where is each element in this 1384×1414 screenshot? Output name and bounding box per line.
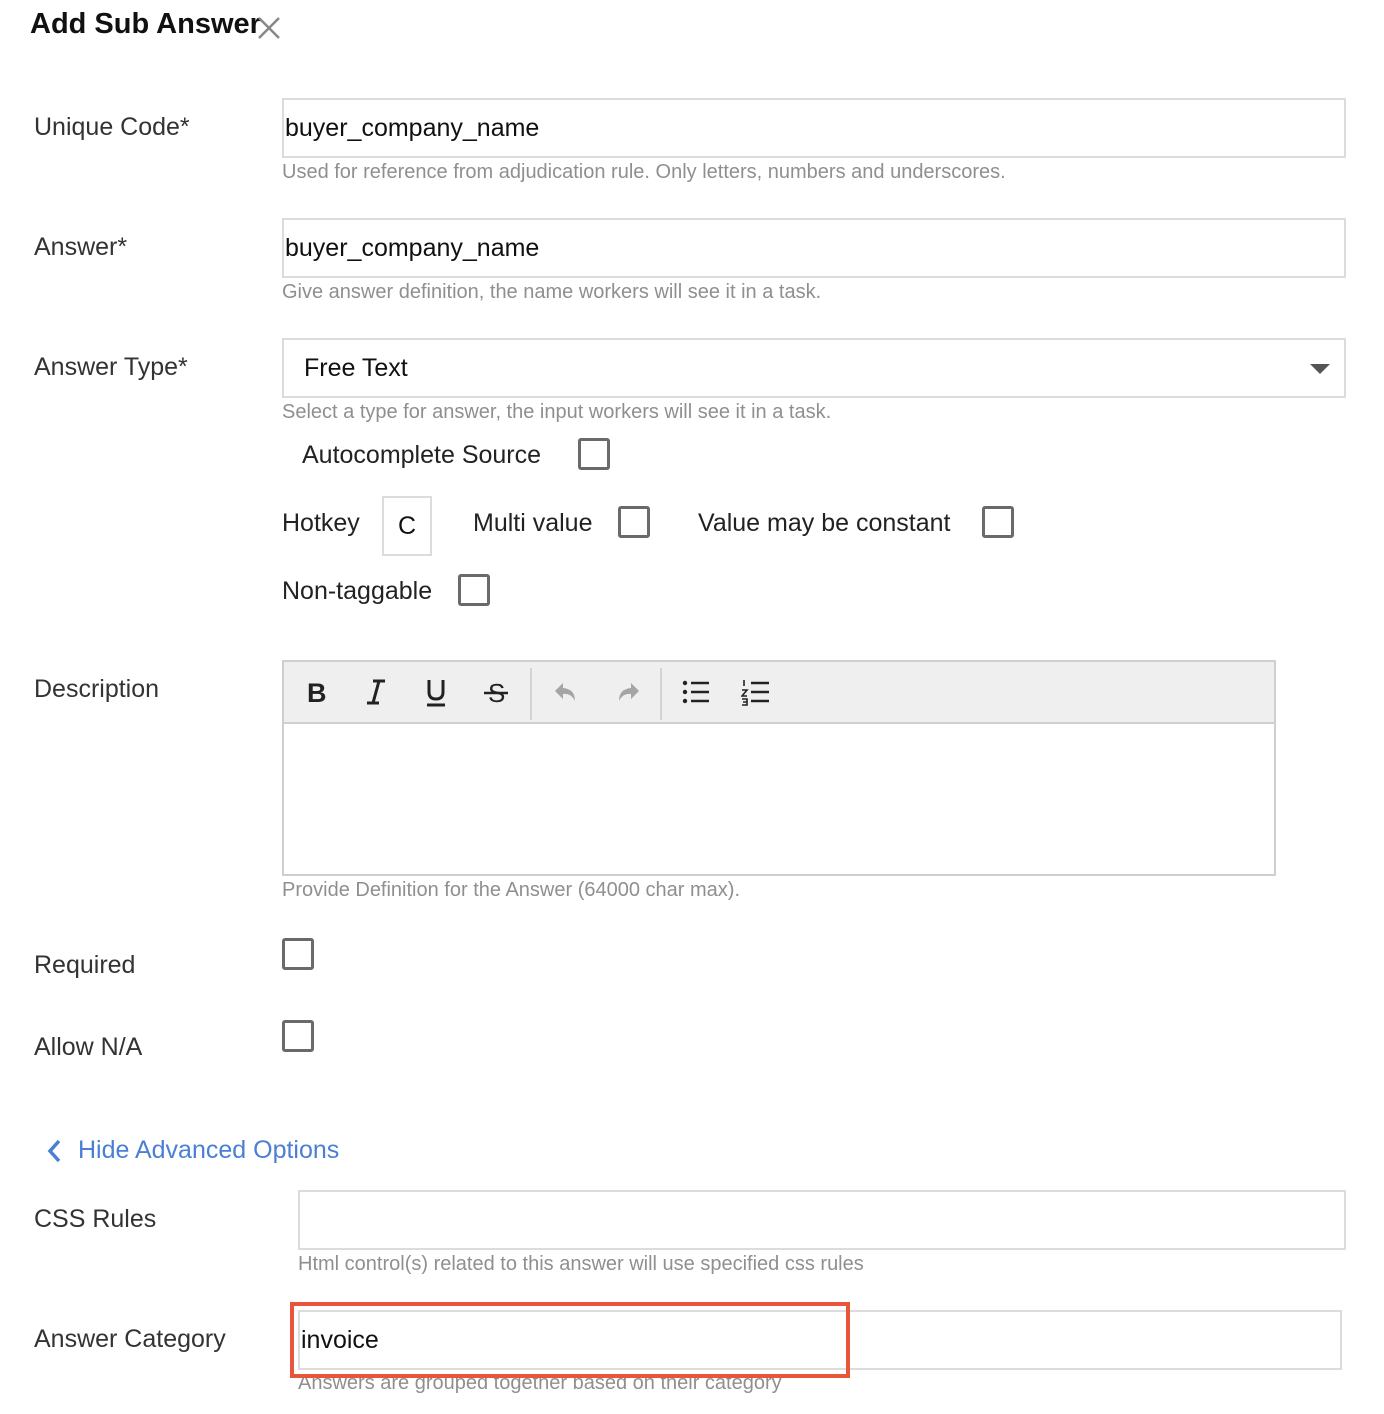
chevron-left-icon xyxy=(44,1138,66,1164)
answer-type-select[interactable]: Free Text xyxy=(282,338,1346,398)
css-rules-input[interactable] xyxy=(298,1190,1346,1250)
bullet-list-icon[interactable] xyxy=(676,672,716,712)
highlight-box xyxy=(290,1302,850,1378)
description-help: Provide Definition for the Answer (64000… xyxy=(282,879,740,901)
multi-value-label: Multi value xyxy=(473,509,593,537)
chevron-down-icon xyxy=(1310,364,1330,374)
hotkey-input[interactable]: C xyxy=(382,496,432,556)
redo-icon[interactable] xyxy=(608,672,648,712)
unique-code-help: Used for reference from adjudication rul… xyxy=(282,161,1006,183)
answer-type-label: Answer Type* xyxy=(34,353,188,381)
toolbar-separator xyxy=(530,668,532,720)
description-editor[interactable]: B S xyxy=(282,660,1276,876)
allow-na-checkbox[interactable] xyxy=(282,1020,314,1052)
toolbar-separator xyxy=(660,668,662,720)
answer-category-label: Answer Category xyxy=(34,1325,226,1353)
constant-label: Value may be constant xyxy=(698,509,951,537)
required-checkbox[interactable] xyxy=(282,938,314,970)
multi-value-checkbox[interactable] xyxy=(618,506,650,538)
css-rules-label: CSS Rules xyxy=(34,1205,157,1233)
undo-icon[interactable] xyxy=(546,672,586,712)
unique-code-value: buyer_company_name xyxy=(285,113,540,142)
description-label: Description xyxy=(34,675,160,703)
svg-text:B: B xyxy=(307,678,327,707)
italic-icon[interactable] xyxy=(356,672,396,712)
allow-na-label: Allow N/A xyxy=(34,1033,143,1061)
answer-help: Give answer definition, the name workers… xyxy=(282,281,822,303)
hide-advanced-options-link[interactable]: Hide Advanced Options xyxy=(44,1136,339,1165)
css-rules-help: Html control(s) related to this answer w… xyxy=(298,1253,864,1275)
hotkey-label: Hotkey xyxy=(282,509,360,537)
dialog-title: Add Sub Answer xyxy=(30,8,261,40)
answer-type-help: Select a type for answer, the input work… xyxy=(282,401,832,423)
answer-value: buyer_company_name xyxy=(285,233,540,262)
autocomplete-checkbox[interactable] xyxy=(578,438,610,470)
non-taggable-label: Non-taggable xyxy=(282,577,433,605)
unique-code-label: Unique Code* xyxy=(34,113,190,141)
underline-icon[interactable] xyxy=(416,672,456,712)
hotkey-value: C xyxy=(397,511,417,540)
answer-input[interactable]: buyer_company_name xyxy=(282,218,1346,278)
answer-label: Answer* xyxy=(34,233,128,261)
required-label: Required xyxy=(34,951,136,979)
answer-type-value: Free Text xyxy=(304,353,408,382)
editor-toolbar: B S xyxy=(284,662,1274,724)
close-icon[interactable] xyxy=(256,15,282,41)
unique-code-input[interactable]: buyer_company_name xyxy=(282,98,1346,158)
non-taggable-checkbox[interactable] xyxy=(458,574,490,606)
hide-advanced-options-label: Hide Advanced Options xyxy=(78,1136,340,1164)
numbered-list-icon[interactable] xyxy=(736,672,776,712)
constant-checkbox[interactable] xyxy=(982,506,1014,538)
strikethrough-icon[interactable]: S xyxy=(476,672,516,712)
autocomplete-label: Autocomplete Source xyxy=(302,441,542,469)
bold-icon[interactable]: B xyxy=(296,672,336,712)
